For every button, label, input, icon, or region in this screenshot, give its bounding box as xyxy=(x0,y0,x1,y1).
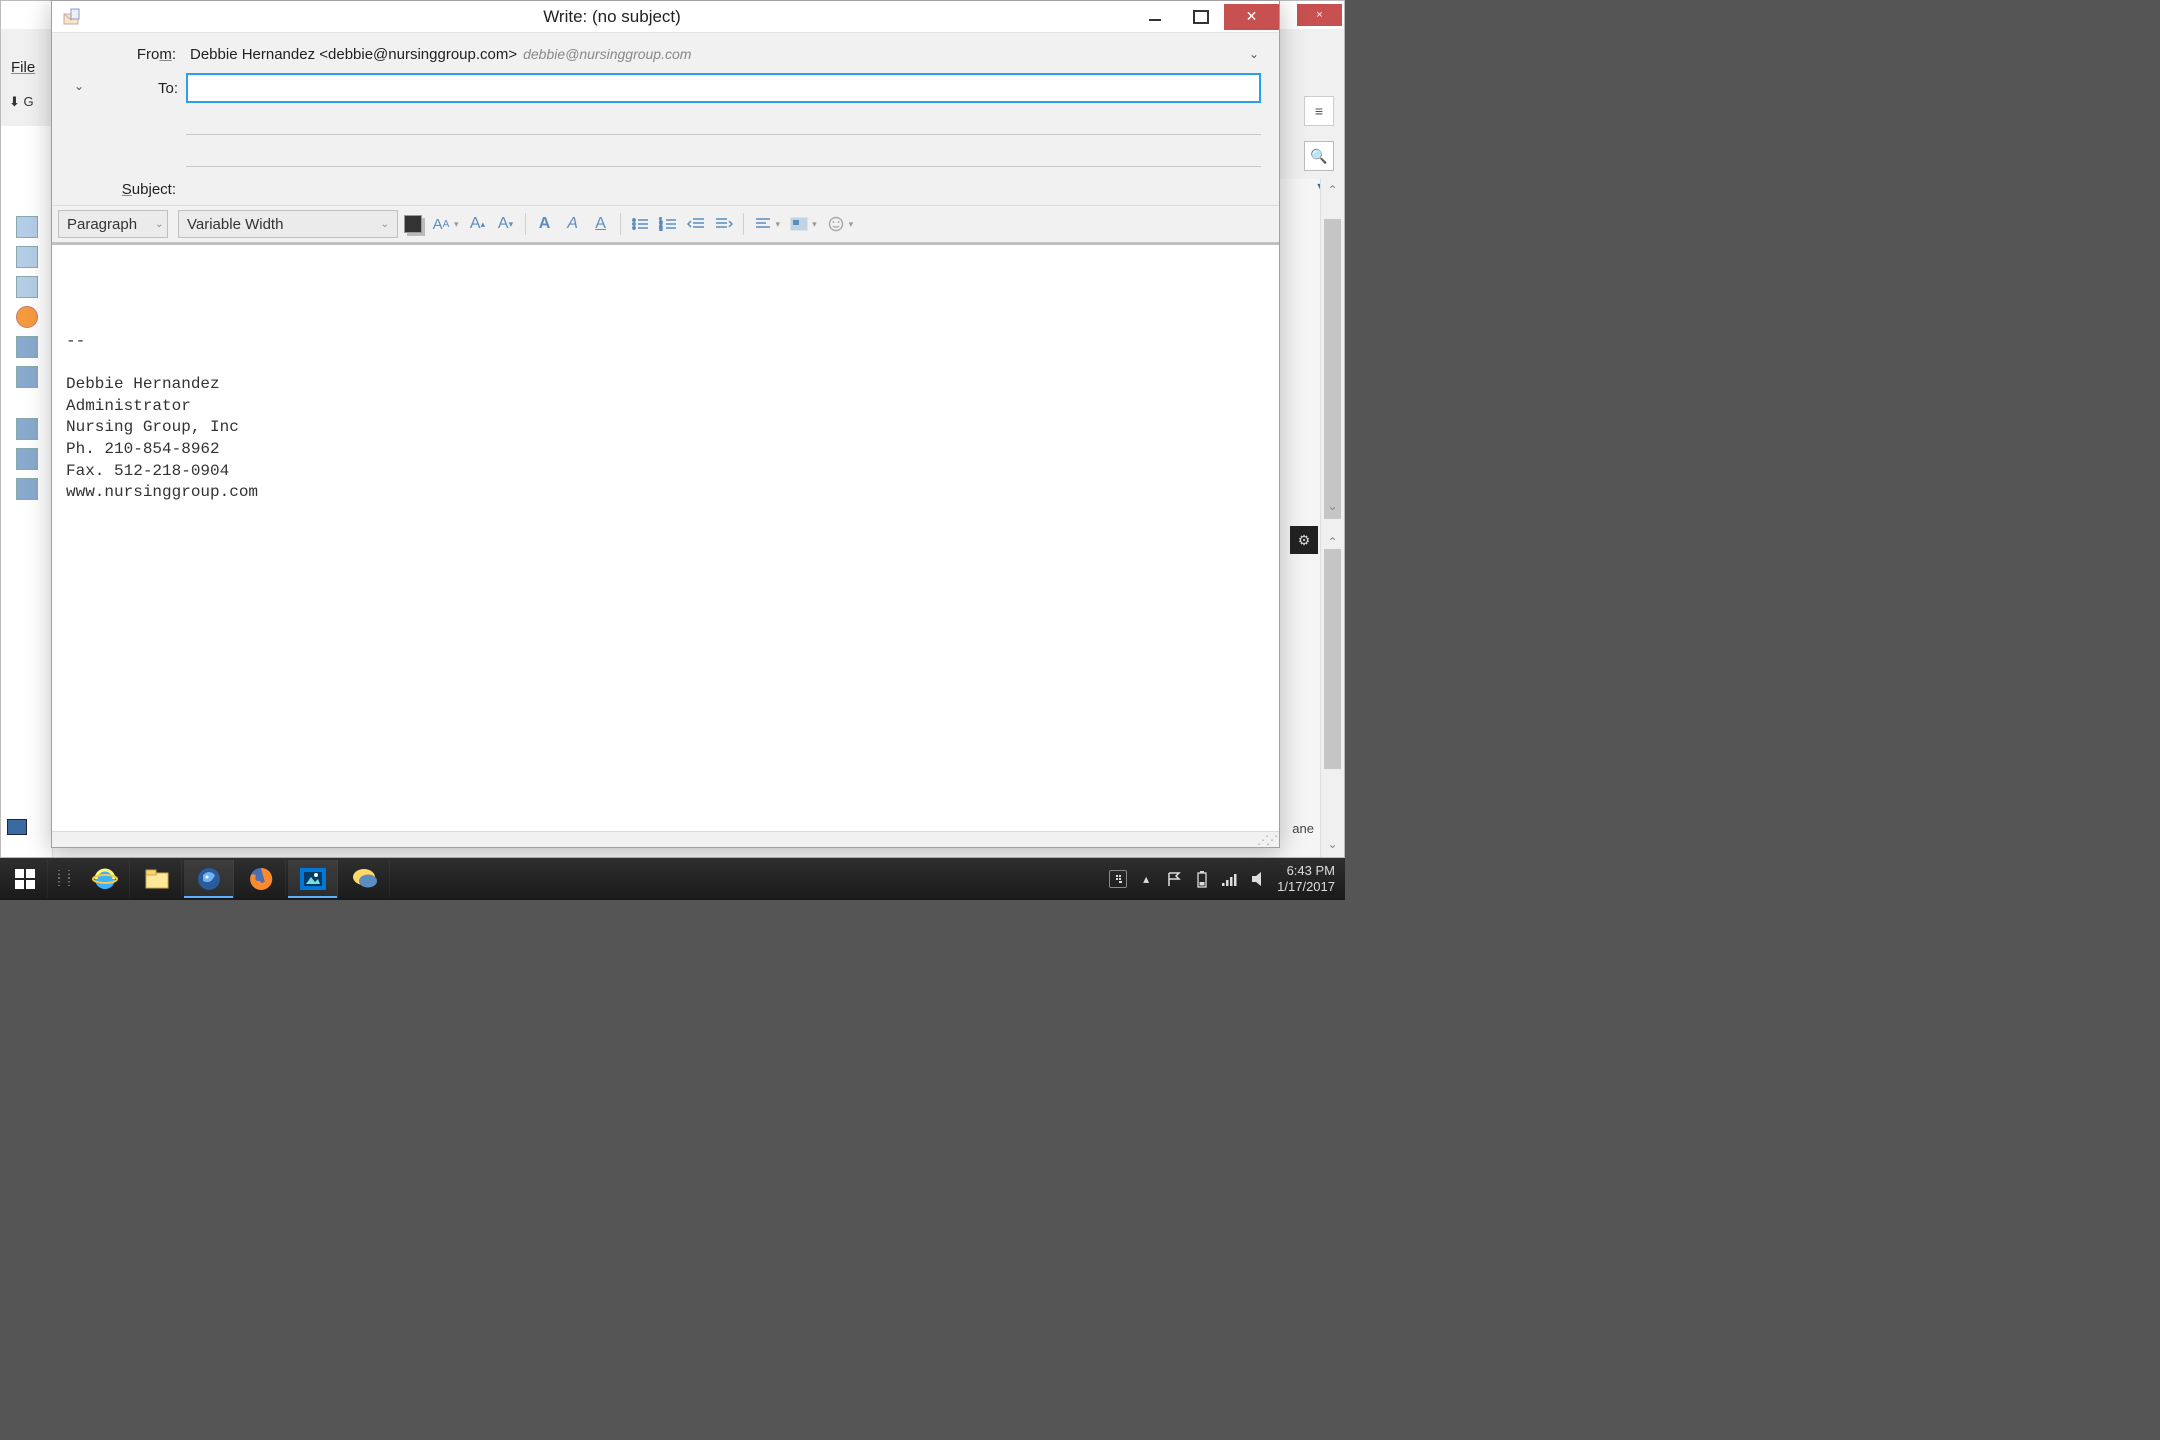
decrease-size-button[interactable]: A▾ xyxy=(493,211,519,237)
dropdown-caret-icon[interactable]: ▾ xyxy=(812,219,817,230)
compose-window: Write: (no subject) From: Debbie Hernand… xyxy=(51,0,1280,848)
volume-tray-icon[interactable] xyxy=(1249,870,1267,888)
firefox-taskbar-icon[interactable] xyxy=(236,860,286,898)
resize-grip-icon[interactable]: ⋰⋰ xyxy=(1257,833,1275,847)
compose-body[interactable]: -- Debbie Hernandez Administrator Nursin… xyxy=(52,244,1279,831)
insert-image-button[interactable] xyxy=(786,211,812,237)
network-tray-icon[interactable] xyxy=(1221,870,1239,888)
maximize-button[interactable] xyxy=(1178,4,1224,30)
background-sidebar xyxy=(1,126,53,857)
sidebar-icon[interactable] xyxy=(16,478,38,500)
signature-fax: Fax. 512-218-0904 xyxy=(66,462,229,480)
from-value[interactable]: Debbie Hernandez <debbie@nursinggroup.co… xyxy=(186,46,517,63)
numbered-list-button[interactable]: 123 xyxy=(655,211,681,237)
minimize-button[interactable] xyxy=(1132,4,1178,30)
signature-title: Administrator xyxy=(66,397,191,415)
dropdown-caret-icon[interactable]: ▾ xyxy=(849,219,854,230)
formatting-toolbar: Paragraph⌄ Variable Width⌄ AA ▾ A▴ A▾ A … xyxy=(52,205,1279,244)
tray-expand-icon[interactable]: ▴ xyxy=(1137,870,1155,888)
bold-button[interactable]: A xyxy=(532,211,558,237)
sidebar-icon[interactable] xyxy=(16,246,38,268)
sidebar-firefox-icon[interactable] xyxy=(16,306,38,328)
explorer-taskbar-icon[interactable] xyxy=(132,860,182,898)
from-label: From: xyxy=(66,46,186,63)
photos-taskbar-icon[interactable] xyxy=(288,860,338,898)
from-secondary: debbie@nursinggroup.com xyxy=(523,46,691,62)
flag-tray-icon[interactable] xyxy=(1165,870,1183,888)
background-scrollbar[interactable]: ⌃ ⌄ ⌃ ⌄ xyxy=(1320,179,1344,857)
thunderbird-taskbar-icon[interactable] xyxy=(184,860,234,898)
sidebar-icon[interactable] xyxy=(16,418,38,440)
align-button[interactable] xyxy=(750,211,776,237)
close-button[interactable] xyxy=(1224,4,1279,30)
signature-phone: Ph. 210-854-8962 xyxy=(66,440,220,458)
to-label[interactable]: To: xyxy=(92,73,186,103)
font-size-button[interactable]: AA xyxy=(428,211,454,237)
background-search-button[interactable]: 🔍 xyxy=(1304,141,1334,171)
signature-separator: -- xyxy=(66,332,85,350)
sidebar-icon[interactable] xyxy=(16,366,38,388)
compose-icon xyxy=(60,7,84,27)
outdent-button[interactable] xyxy=(683,211,709,237)
background-pane-label: ane xyxy=(1292,821,1314,836)
subject-input[interactable] xyxy=(186,177,1265,201)
window-title: Write: (no subject) xyxy=(92,7,1132,27)
signature-company: Nursing Group, Inc xyxy=(66,418,239,436)
taskbar-grip-icon: ⋮⋮⋮⋮⋮⋮ xyxy=(50,873,78,885)
italic-button[interactable]: A xyxy=(560,211,586,237)
font-family-dropdown[interactable]: Variable Width⌄ xyxy=(178,210,398,238)
compose-header: From: Debbie Hernandez <debbie@nursinggr… xyxy=(52,33,1279,171)
from-dropdown-icon[interactable]: ⌄ xyxy=(1249,47,1265,61)
background-settings-icon[interactable]: ⚙ xyxy=(1290,526,1318,554)
sidebar-icon[interactable] xyxy=(16,336,38,358)
to-input[interactable] xyxy=(188,80,1259,97)
chat-taskbar-icon[interactable] xyxy=(340,860,390,898)
taskbar-time: 6:43 PM xyxy=(1277,863,1335,879)
subject-label: Subject: xyxy=(66,181,186,198)
signature-name: Debbie Hernandez xyxy=(66,375,220,393)
keyboard-tray-icon[interactable] xyxy=(1109,870,1127,888)
bullet-list-button[interactable] xyxy=(627,211,653,237)
indent-button[interactable] xyxy=(711,211,737,237)
start-button[interactable] xyxy=(2,860,48,898)
ie-taskbar-icon[interactable] xyxy=(80,860,130,898)
increase-size-button[interactable]: A▴ xyxy=(465,211,491,237)
underline-button[interactable]: A xyxy=(588,211,614,237)
background-menu-button[interactable]: ≡ xyxy=(1304,96,1334,126)
address-field-blank[interactable] xyxy=(186,107,1261,135)
address-expand-icon[interactable]: ⌄ xyxy=(66,73,92,171)
battery-tray-icon[interactable] xyxy=(1193,870,1211,888)
compose-statusbar: ⋰⋰ xyxy=(52,831,1279,847)
address-field-blank[interactable] xyxy=(186,139,1261,167)
sidebar-icon[interactable] xyxy=(16,448,38,470)
taskbar-date: 1/17/2017 xyxy=(1277,879,1335,895)
sidebar-icon[interactable] xyxy=(16,216,38,238)
emoji-button[interactable] xyxy=(823,211,849,237)
titlebar: Write: (no subject) xyxy=(52,1,1279,33)
paragraph-style-dropdown[interactable]: Paragraph⌄ xyxy=(58,210,168,238)
dropdown-caret-icon[interactable]: ▾ xyxy=(776,219,781,230)
to-field[interactable] xyxy=(186,73,1261,103)
background-close-button[interactable]: × xyxy=(1297,4,1342,26)
sidebar-icon[interactable] xyxy=(16,276,38,298)
taskbar: ⋮⋮⋮⋮⋮⋮ ▴ xyxy=(0,858,1345,900)
svg-text:3: 3 xyxy=(659,228,663,231)
taskbar-clock[interactable]: 6:43 PM 1/17/2017 xyxy=(1277,863,1335,894)
signature-website: www.nursinggroup.com xyxy=(66,483,258,501)
background-monitor-icon[interactable] xyxy=(7,819,27,835)
text-color-button[interactable] xyxy=(404,215,422,233)
dropdown-caret-icon[interactable]: ▾ xyxy=(454,219,459,230)
